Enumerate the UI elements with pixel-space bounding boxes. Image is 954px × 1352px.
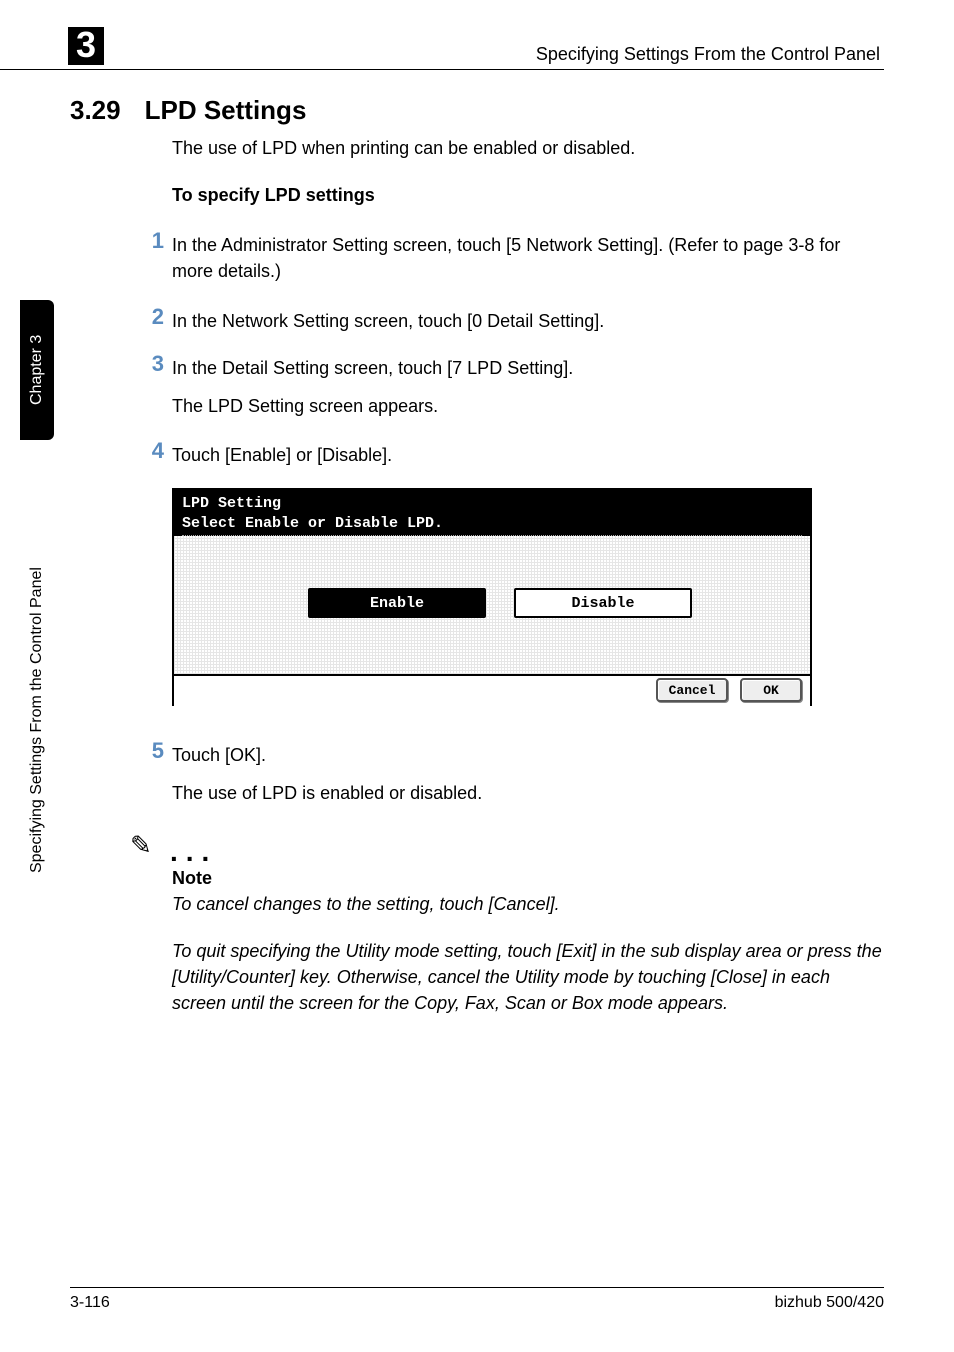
panel-footer: Cancel OK	[174, 676, 810, 706]
ok-button[interactable]: OK	[740, 678, 802, 702]
panel-title: LPD Setting	[182, 494, 802, 514]
intro-text: The use of LPD when printing can be enab…	[172, 138, 635, 159]
section-heading: 3.29 LPD Settings	[70, 95, 306, 126]
section-title: LPD Settings	[145, 95, 307, 126]
step-1: 1 In the Administrator Setting screen, t…	[172, 232, 884, 284]
step-number: 2	[138, 304, 164, 330]
step-subtext: The LPD Setting screen appears.	[172, 393, 884, 419]
step-number: 1	[138, 228, 164, 254]
side-label: Specifying Settings From the Control Pan…	[20, 460, 54, 980]
step-4: 4 Touch [Enable] or [Disable].	[172, 442, 884, 468]
step-number: 4	[138, 438, 164, 464]
subheading: To specify LPD settings	[172, 185, 375, 206]
step-subtext: The use of LPD is enabled or disabled.	[172, 780, 884, 806]
page-number: 3-116	[70, 1294, 110, 1312]
step-number: 5	[138, 738, 164, 764]
note-text-2: To quit specifying the Utility mode sett…	[172, 938, 884, 1016]
section-number: 3.29	[70, 95, 121, 126]
product-name: bizhub 500/420	[775, 1294, 884, 1312]
step-2: 2 In the Network Setting screen, touch […	[172, 308, 884, 334]
page-header: 3 Specifying Settings From the Control P…	[0, 30, 884, 70]
panel-subtitle: Select Enable or Disable LPD.	[182, 514, 802, 537]
step-text: Touch [Enable] or [Disable].	[172, 442, 884, 468]
step-text: In the Detail Setting screen, touch [7 L…	[172, 355, 884, 381]
step-5: 5 Touch [OK]. The use of LPD is enabled …	[172, 742, 884, 806]
panel-header: LPD Setting Select Enable or Disable LPD…	[174, 490, 810, 536]
cancel-button[interactable]: Cancel	[656, 678, 728, 702]
side-chapter-tab: Chapter 3	[20, 300, 54, 440]
note-dots-icon: ...	[170, 836, 217, 868]
lpd-setting-screenshot: LPD Setting Select Enable or Disable LPD…	[172, 488, 812, 706]
note-label: Note	[172, 868, 212, 889]
page-footer: 3-116 bizhub 500/420	[70, 1287, 884, 1312]
step-text: Touch [OK].	[172, 742, 884, 768]
chapter-badge: 3	[68, 27, 104, 65]
running-title: Specifying Settings From the Control Pan…	[536, 44, 884, 65]
note-text-1: To cancel changes to the setting, touch …	[172, 894, 884, 915]
panel-body: Enable Disable	[174, 536, 810, 676]
enable-button[interactable]: Enable	[308, 588, 486, 618]
disable-button[interactable]: Disable	[514, 588, 692, 618]
step-text: In the Network Setting screen, touch [0 …	[172, 308, 884, 334]
step-3: 3 In the Detail Setting screen, touch [7…	[172, 355, 884, 419]
step-text: In the Administrator Setting screen, tou…	[172, 232, 884, 284]
note-icon: ✎	[130, 830, 152, 861]
step-number: 3	[138, 351, 164, 377]
